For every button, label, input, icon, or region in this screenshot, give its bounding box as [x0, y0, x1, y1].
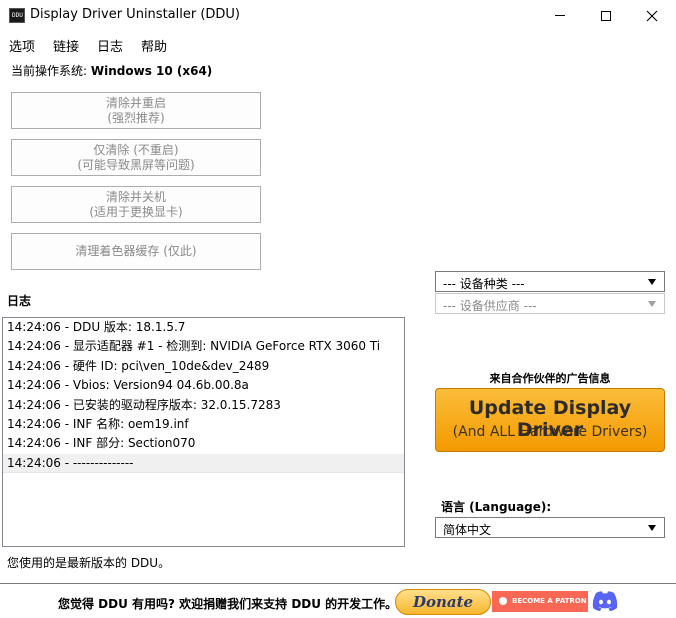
chevron-down-icon — [648, 301, 656, 307]
log-line: 14:24:06 - 已安装的驱动程序版本: 32.0.15.7283 — [7, 397, 281, 412]
clean-and-restart-button[interactable]: 清除并重启 (强烈推荐) — [11, 92, 261, 129]
discord-icon[interactable] — [591, 589, 619, 613]
minimize-icon — [555, 15, 565, 16]
clean-shader-cache-button[interactable]: 清理着色器缓存 (仅此) — [11, 233, 261, 270]
menu-log[interactable]: 日志 — [97, 36, 123, 55]
donate-button[interactable]: Donate — [395, 589, 491, 615]
menu-options[interactable]: 选项 — [9, 36, 35, 55]
log-line: 14:24:06 - INF 名称: oem19.inf — [7, 416, 189, 431]
os-info: 当前操作系统: Windows 10 (x64) — [11, 62, 212, 79]
os-value: Windows 10 (x64) — [90, 64, 213, 78]
log-line-selected: 14:24:06 - -------------- — [3, 453, 404, 474]
title-bar: DDU Display Driver Uninstaller (DDU) — [0, 0, 676, 31]
chevron-down-icon — [648, 525, 656, 531]
menu-links[interactable]: 链接 — [53, 36, 79, 55]
log-heading: 日志 — [7, 294, 32, 308]
menu-bar: 选项 链接 日志 帮助 — [0, 33, 676, 55]
os-label: 当前操作系统: — [11, 64, 88, 78]
ad-subtitle: (And ALL Hardware Drivers) — [452, 424, 648, 440]
language-select[interactable]: 简体中文 — [435, 517, 665, 538]
device-type-select[interactable]: --- 设备种类 --- — [435, 271, 665, 292]
log-line: 14:24:06 - Vbios: Version94 04.6b.00.8a — [7, 378, 249, 393]
log-line: 14:24:06 - 硬件 ID: pci\ven_10de&dev_2489 — [7, 358, 270, 373]
minimize-button[interactable] — [537, 0, 583, 31]
log-list[interactable]: 14:24:06 - DDU 版本: 18.1.5.7 14:24:06 - 显… — [2, 317, 405, 547]
menu-help[interactable]: 帮助 — [141, 36, 167, 55]
device-vendor-select: --- 设备供应商 --- — [435, 293, 665, 314]
window-title: Display Driver Uninstaller (DDU) — [30, 7, 241, 22]
donation-message: 您觉得 DDU 有用吗? 欢迎捐赠我们来支持 DDU 的开发工作。 — [58, 597, 398, 611]
ddu-app-icon: DDU — [9, 8, 25, 23]
close-icon — [646, 10, 658, 21]
close-button[interactable] — [629, 0, 675, 31]
maximize-button[interactable] — [583, 0, 629, 31]
update-driver-ad-banner[interactable]: Update Display Driver (And ALL Hardware … — [435, 388, 665, 452]
log-line: 14:24:06 - 显示适配器 #1 - 检测到: NVIDIA GeForc… — [7, 339, 381, 354]
clean-and-shutdown-button[interactable]: 清除并关机 (适用于更换显卡) — [11, 186, 261, 223]
patreon-icon — [499, 597, 507, 605]
become-patron-button[interactable]: BECOME A PATRON — [492, 591, 588, 612]
clean-no-restart-button[interactable]: 仅清除 (不重启) (可能导致黑屏等问题) — [11, 139, 261, 176]
language-label: 语言 (Language): — [441, 500, 552, 514]
partner-ad-label: 来自合作伙伴的广告信息 — [489, 372, 611, 385]
log-line: 14:24:06 - INF 部分: Section070 — [7, 436, 196, 451]
chevron-down-icon — [648, 279, 656, 285]
version-status: 您使用的是最新版本的 DDU。 — [7, 556, 171, 570]
footer-bar: 您觉得 DDU 有用吗? 欢迎捐赠我们来支持 DDU 的开发工作。 Donate… — [0, 583, 676, 618]
maximize-icon — [601, 10, 611, 21]
log-line: 14:24:06 - DDU 版本: 18.1.5.7 — [7, 320, 186, 334]
